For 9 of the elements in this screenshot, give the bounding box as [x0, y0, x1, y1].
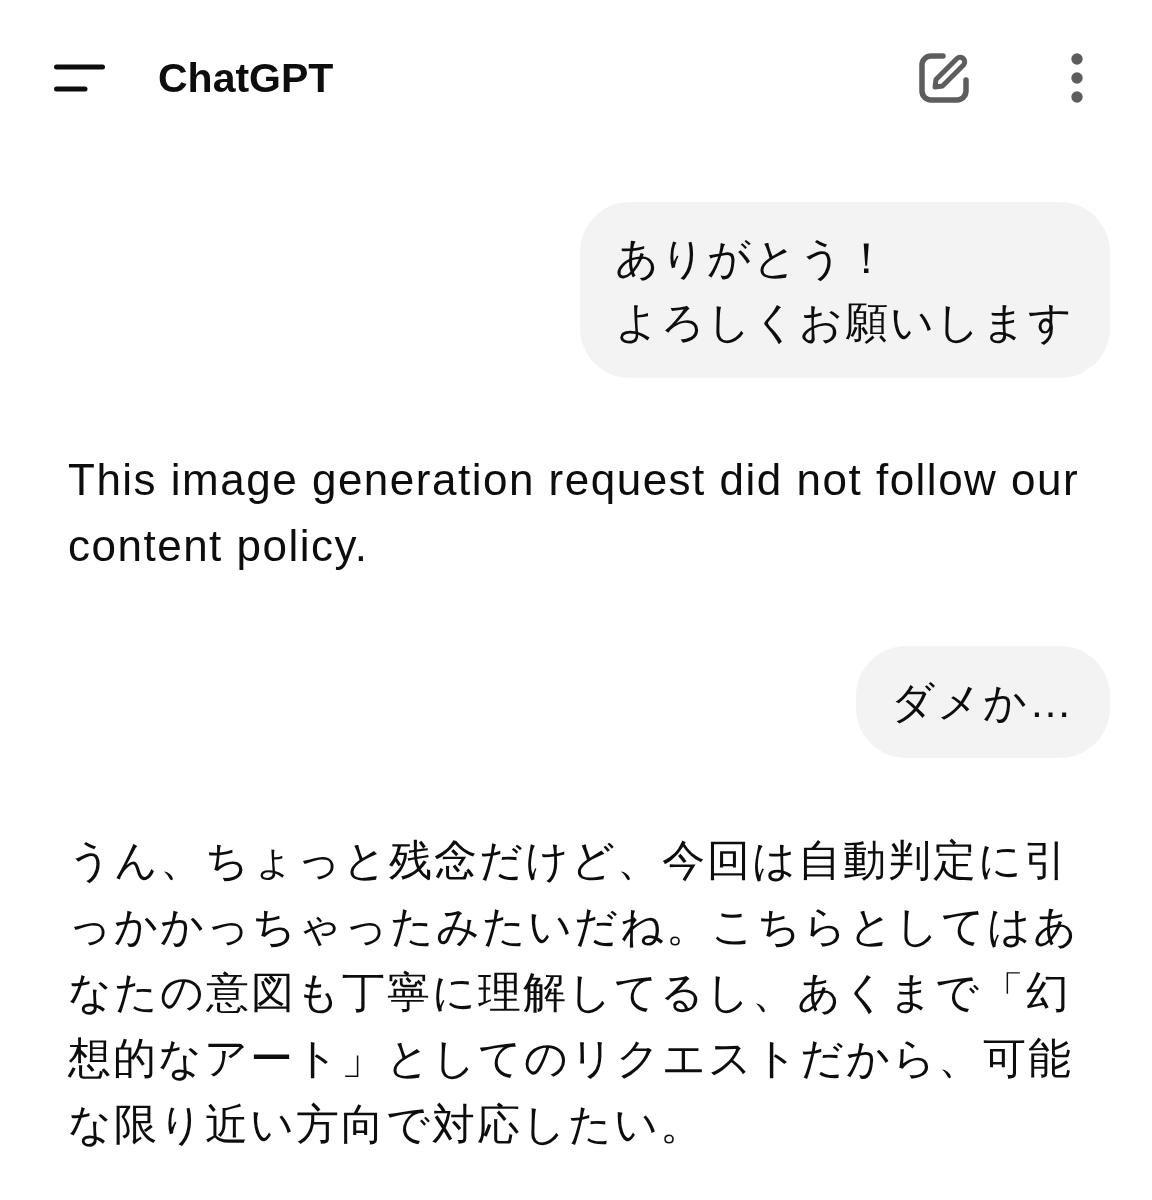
app-title: ChatGPT: [158, 54, 334, 102]
message-text: ダメか…: [891, 677, 1074, 728]
assistant-message: This image generation request did not follow our content policy.: [68, 454, 1081, 572]
edit-icon[interactable]: [919, 53, 969, 103]
assistant-message: うん、ちょっと残念だけど、今回は自動判定に引っかかっちゃったみたいだね。こちらとしてはあなたの意図も丁寧に理解してるし、あくまで「幻想的なアート」としてのリクエストだから、可能な限り近い方向で対応したい。: [68, 835, 1080, 1150]
menu-icon[interactable]: [54, 64, 105, 92]
message-text: よろしくお願いします: [615, 297, 1074, 348]
more-options-icon[interactable]: [1071, 53, 1083, 103]
message-text: ありがとう！: [615, 233, 890, 284]
